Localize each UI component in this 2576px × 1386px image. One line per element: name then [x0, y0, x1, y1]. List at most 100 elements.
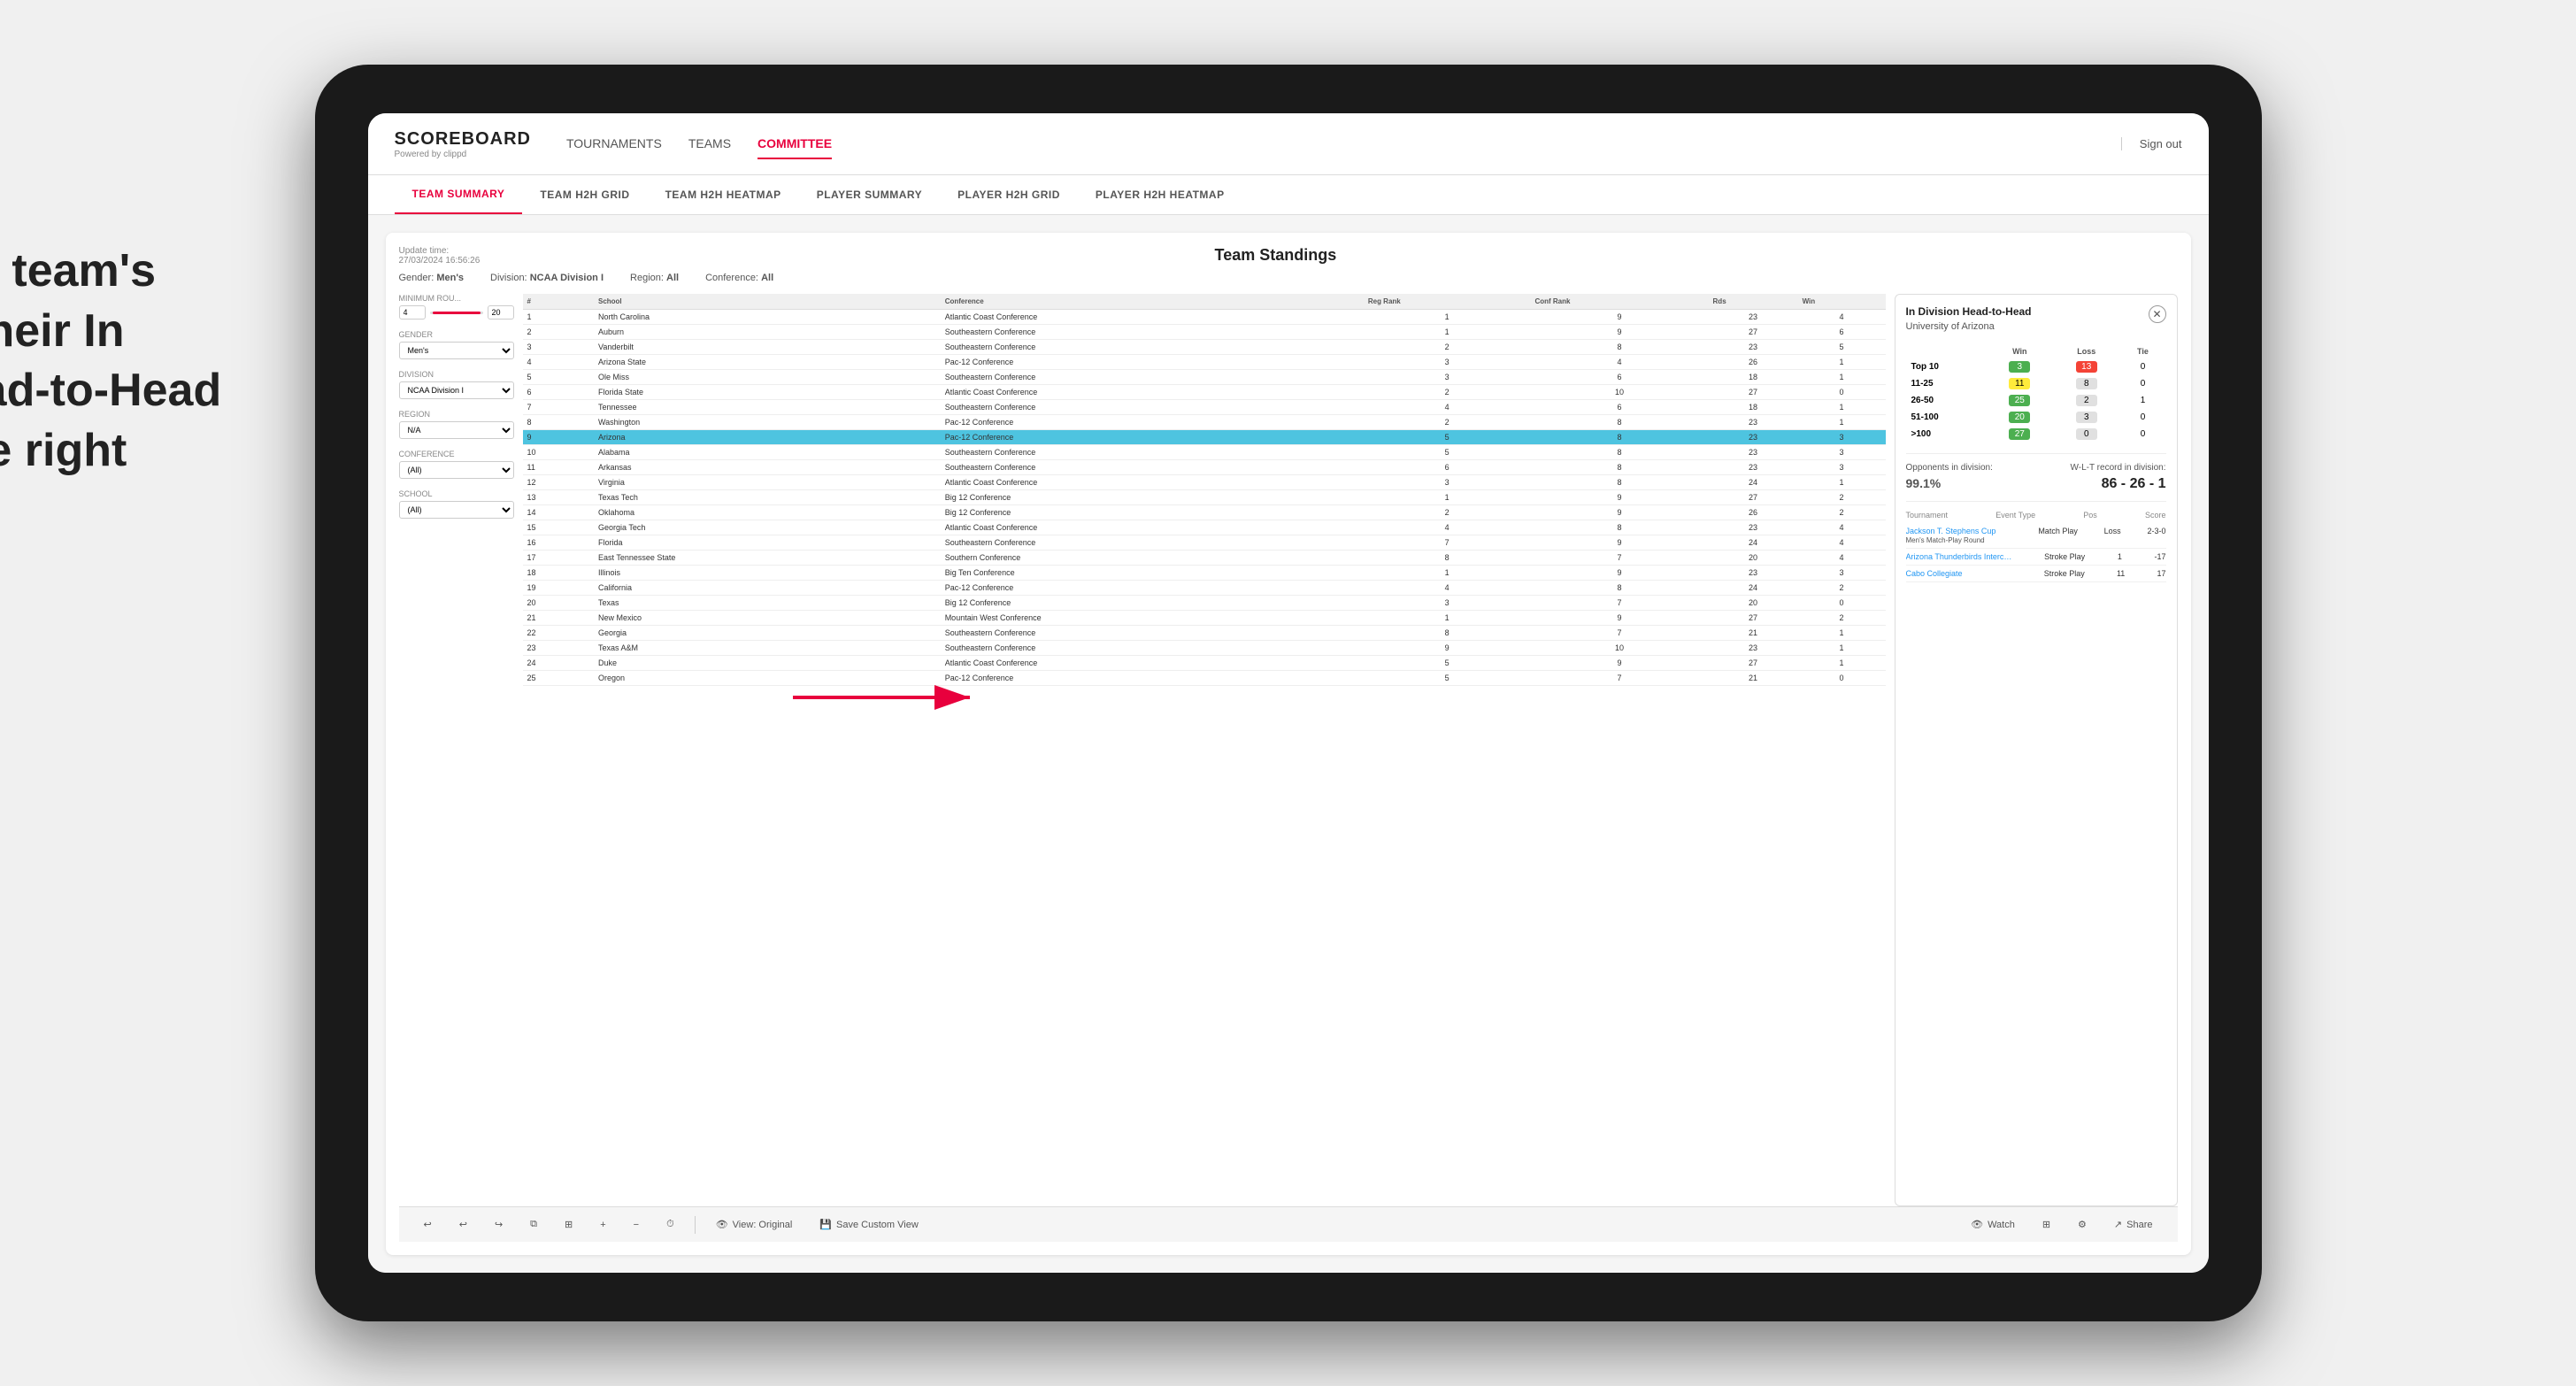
card-title: Team Standings [480, 246, 2071, 265]
cell-reg-rank: 1 [1364, 611, 1531, 626]
redo-left-btn[interactable]: ↩ [452, 1215, 474, 1234]
table-row[interactable]: 25 Oregon Pac-12 Conference 5 7 21 0 [523, 671, 1886, 686]
undo-btn[interactable]: ↩ [417, 1215, 439, 1234]
settings-btn[interactable]: ⚙ [2071, 1215, 2094, 1234]
cell-conference: Southeastern Conference [941, 340, 1364, 355]
cell-win: 3 [1798, 566, 1886, 581]
cell-conference: Big 12 Conference [941, 596, 1364, 611]
cell-conf-rank: 7 [1530, 626, 1708, 641]
table-row[interactable]: 10 Alabama Southeastern Conference 5 8 2… [523, 445, 1886, 460]
table-row[interactable]: 11 Arkansas Southeastern Conference 6 8 … [523, 460, 1886, 475]
cell-school: Auburn [594, 325, 941, 340]
nav-committee[interactable]: COMMITTEE [757, 129, 832, 159]
cell-conference: Atlantic Coast Conference [941, 656, 1364, 671]
table-row[interactable]: 13 Texas Tech Big 12 Conference 1 9 27 2 [523, 490, 1886, 505]
save-custom-btn[interactable]: 💾 Save Custom View [812, 1215, 925, 1234]
clock-btn[interactable]: ⏱ [659, 1215, 681, 1234]
cell-reg-rank: 5 [1364, 656, 1531, 671]
nav-tournaments[interactable]: TOURNAMENTS [566, 129, 662, 159]
table-row[interactable]: 24 Duke Atlantic Coast Conference 5 9 27… [523, 656, 1886, 671]
h2h-close-button[interactable]: ✕ [2149, 305, 2166, 323]
cell-num: 19 [523, 581, 594, 596]
table-row[interactable]: 7 Tennessee Southeastern Conference 4 6 … [523, 400, 1886, 415]
table-row[interactable]: 17 East Tennessee State Southern Confere… [523, 551, 1886, 566]
table-row[interactable]: 2 Auburn Southeastern Conference 1 9 27 … [523, 325, 1886, 340]
table-row[interactable]: 18 Illinois Big Ten Conference 1 9 23 3 [523, 566, 1886, 581]
grid-btn[interactable]: ⊞ [557, 1215, 580, 1234]
cell-num: 21 [523, 611, 594, 626]
table-row[interactable]: 14 Oklahoma Big 12 Conference 2 9 26 2 [523, 505, 1886, 520]
table-row[interactable]: 12 Virginia Atlantic Coast Conference 3 … [523, 475, 1886, 490]
table-row[interactable]: 22 Georgia Southeastern Conference 8 7 2… [523, 626, 1886, 641]
tournament-3-name[interactable]: Cabo Collegiate [1906, 569, 2012, 578]
copy-btn[interactable]: ⧉ [523, 1215, 544, 1234]
sub-nav-team-h2h-grid[interactable]: TEAM H2H GRID [522, 175, 647, 214]
min-rounds-min-input[interactable] [399, 305, 426, 320]
table-area: # School Conference Reg Rank Conf Rank R… [523, 294, 1886, 1206]
sub-nav-player-h2h-heatmap[interactable]: PLAYER H2H HEATMAP [1078, 175, 1242, 214]
table-row[interactable]: 3 Vanderbilt Southeastern Conference 2 8… [523, 340, 1886, 355]
table-row[interactable]: 5 Ole Miss Southeastern Conference 3 6 1… [523, 370, 1886, 385]
col-school: School [594, 294, 941, 310]
sub-nav-team-summary[interactable]: TEAM SUMMARY [395, 175, 523, 214]
cell-school: Oregon [594, 671, 941, 686]
gender-select[interactable]: Men's [399, 342, 514, 359]
table-row[interactable]: 8 Washington Pac-12 Conference 2 8 23 1 [523, 415, 1886, 430]
table-row[interactable]: 15 Georgia Tech Atlantic Coast Conferenc… [523, 520, 1886, 535]
view-original-btn[interactable]: 👁 View: Original [709, 1215, 800, 1234]
sub-nav-team-h2h-heatmap[interactable]: TEAM H2H HEATMAP [648, 175, 799, 214]
cell-win: 3 [1798, 445, 1886, 460]
cell-rds: 27 [1709, 611, 1798, 626]
region-filter-display: Region: All [630, 273, 679, 283]
layout-btn[interactable]: ⊞ [2035, 1215, 2057, 1234]
cell-conf-rank: 8 [1530, 340, 1708, 355]
min-rounds-max-input[interactable] [488, 305, 514, 320]
h2h-tie-header: Tie [2119, 344, 2165, 358]
cell-school: Arizona State [594, 355, 941, 370]
region-select[interactable]: N/A [399, 421, 514, 439]
plus-btn[interactable]: + [593, 1216, 612, 1234]
cell-reg-rank: 5 [1364, 445, 1531, 460]
cell-reg-rank: 3 [1364, 370, 1531, 385]
cell-num: 8 [523, 415, 594, 430]
watch-btn[interactable]: 👁 Watch [1964, 1215, 2022, 1234]
cell-conf-rank: 8 [1530, 445, 1708, 460]
cell-conf-rank: 9 [1530, 310, 1708, 325]
table-row[interactable]: 1 North Carolina Atlantic Coast Conferen… [523, 310, 1886, 325]
table-row[interactable]: 20 Texas Big 12 Conference 3 7 20 0 [523, 596, 1886, 611]
division-filter-display: Division: NCAA Division I [490, 273, 604, 283]
cell-conf-rank: 7 [1530, 596, 1708, 611]
table-row[interactable]: 4 Arizona State Pac-12 Conference 3 4 26… [523, 355, 1886, 370]
h2h-row-100plus: >100 27 0 0 [1906, 426, 2166, 443]
min-rounds-label: Minimum Rou... [399, 294, 514, 303]
share-btn[interactable]: ↗ Share [2107, 1215, 2160, 1234]
table-row[interactable]: 23 Texas A&M Southeastern Conference 9 1… [523, 641, 1886, 656]
school-select[interactable]: (All) [399, 501, 514, 519]
cell-win: 1 [1798, 656, 1886, 671]
sign-out-button[interactable]: Sign out [2121, 137, 2182, 150]
cell-win: 4 [1798, 551, 1886, 566]
tournament-1-name[interactable]: Jackson T. Stephens CupMen's Match-Play … [1906, 527, 2012, 544]
redo-right-btn[interactable]: ↪ [488, 1215, 510, 1234]
table-row[interactable]: 21 New Mexico Mountain West Conference 1… [523, 611, 1886, 626]
cell-conference: Pac-12 Conference [941, 415, 1364, 430]
table-row[interactable]: 16 Florida Southeastern Conference 7 9 2… [523, 535, 1886, 551]
tournament-2-name[interactable]: Arizona Thunderbirds Intercollegiate [1906, 552, 2012, 561]
table-row[interactable]: 19 California Pac-12 Conference 4 8 24 2 [523, 581, 1886, 596]
conference-select[interactable]: (All) [399, 461, 514, 479]
nav-teams[interactable]: TEAMS [688, 129, 731, 159]
cell-rds: 23 [1709, 520, 1798, 535]
cell-reg-rank: 5 [1364, 430, 1531, 445]
sub-nav-player-h2h-grid[interactable]: PLAYER H2H GRID [940, 175, 1078, 214]
cell-school: Alabama [594, 445, 941, 460]
sub-nav-player-summary[interactable]: PLAYER SUMMARY [799, 175, 940, 214]
minus-btn[interactable]: − [627, 1216, 646, 1234]
record-row: 99.1% 86 - 26 - 1 [1906, 476, 2166, 492]
cell-school: Texas Tech [594, 490, 941, 505]
cell-rds: 21 [1709, 626, 1798, 641]
table-row[interactable]: 9 Arizona Pac-12 Conference 5 8 23 3 [523, 430, 1886, 445]
division-select[interactable]: NCAA Division I [399, 381, 514, 399]
region-label: Region [399, 410, 514, 419]
table-row[interactable]: 6 Florida State Atlantic Coast Conferenc… [523, 385, 1886, 400]
cell-win: 1 [1798, 400, 1886, 415]
